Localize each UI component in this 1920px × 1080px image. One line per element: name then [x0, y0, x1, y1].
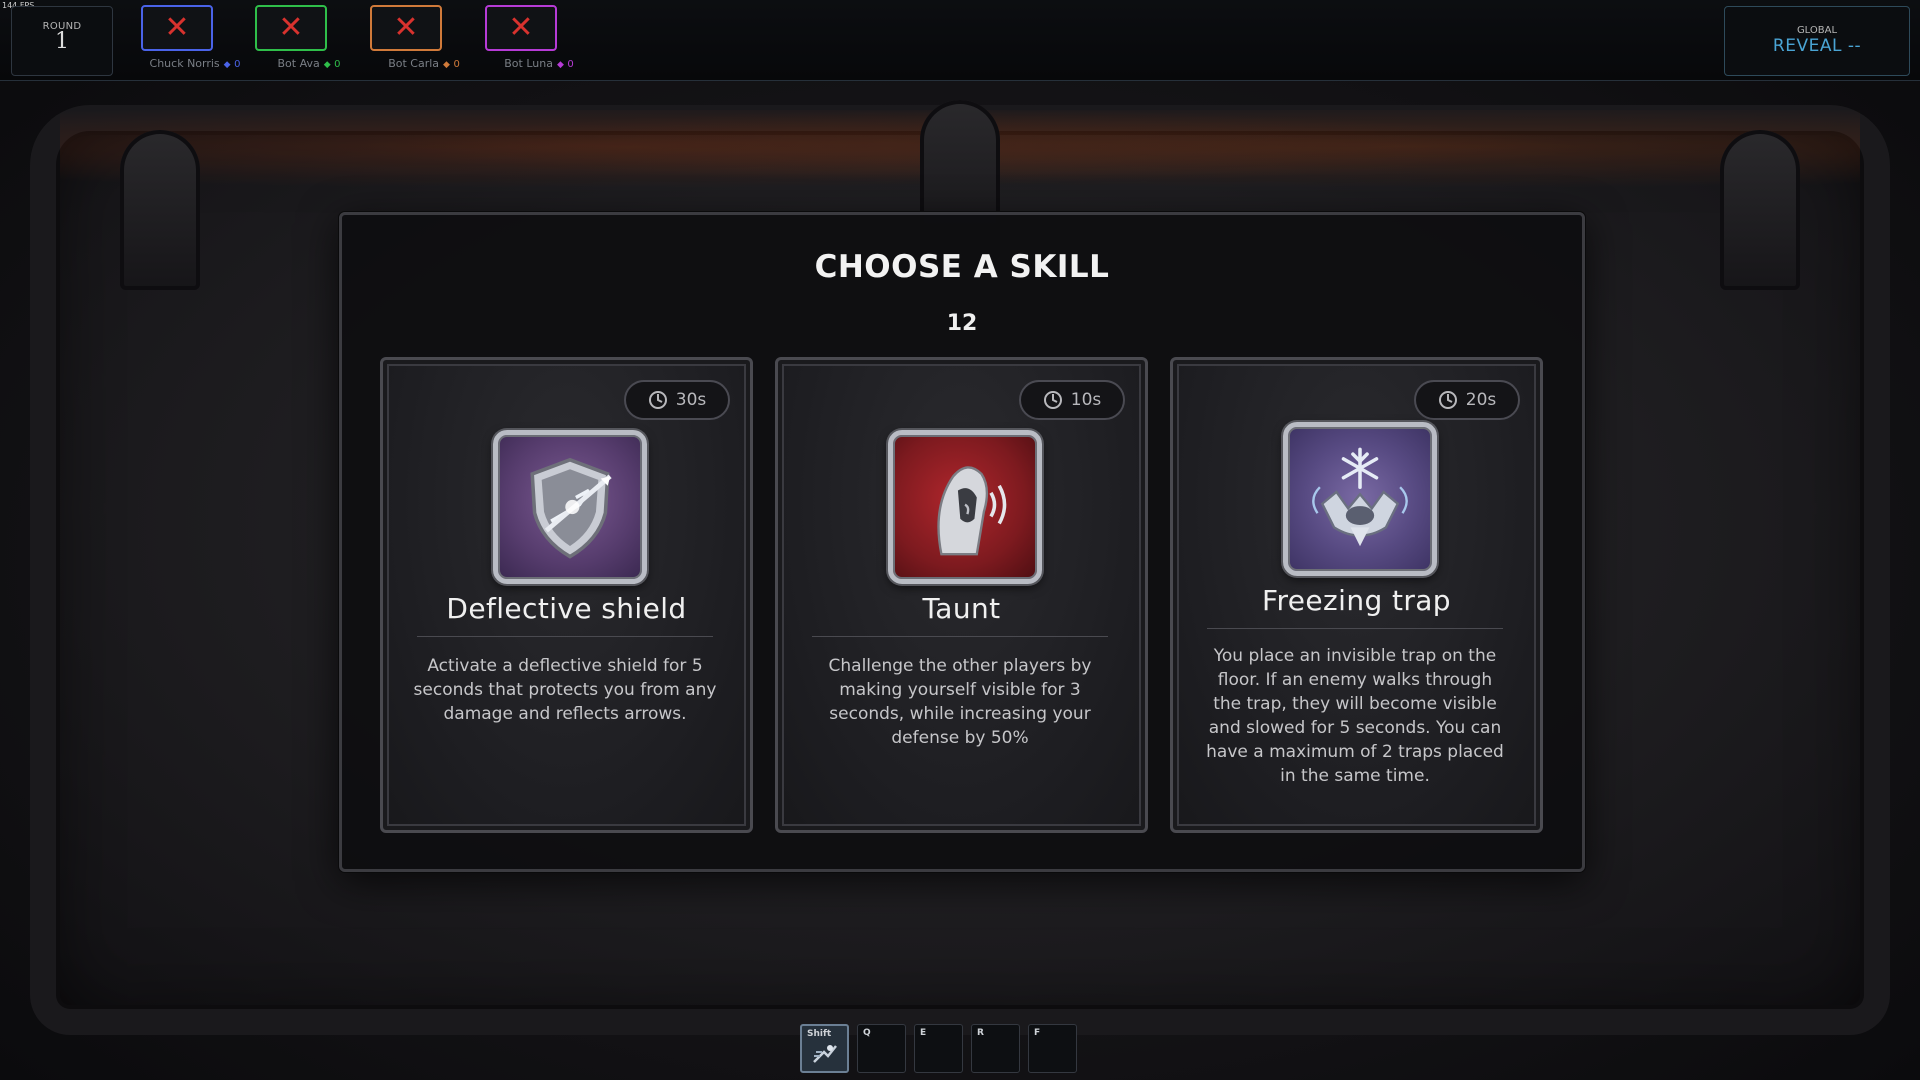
player-info: Bot Luna ◆ 0: [464, 57, 614, 70]
player-score: 0: [334, 59, 341, 70]
global-event-indicator: GLOBAL REVEAL --: [1724, 6, 1910, 76]
close-x-icon: ✕: [508, 10, 534, 45]
ability-hotbar: Shift Q E R F: [800, 1024, 1077, 1074]
skill-name: Taunt: [922, 592, 1001, 625]
hotbar-slot-r[interactable]: R: [971, 1024, 1020, 1073]
player-portrait: ✕: [255, 5, 327, 51]
modal-title: CHOOSE A SKILL: [814, 249, 1110, 285]
clock-icon: [1043, 391, 1062, 409]
player-slot: ✕ Bot Luna ◆ 0: [484, 5, 574, 70]
countdown-timer: 12: [946, 311, 978, 336]
player-portrait: ✕: [141, 5, 213, 51]
clock-icon: [1438, 391, 1457, 409]
close-x-icon: ✕: [393, 10, 419, 45]
cooldown-badge: 30s: [624, 380, 730, 420]
hooded-shout-icon: [888, 430, 1042, 584]
hotbar-key-label: Q: [863, 1028, 871, 1038]
shield-arrow-icon: [493, 430, 647, 584]
player-name: Bot Ava: [277, 57, 320, 70]
dash-icon: [813, 1045, 837, 1063]
cooldown-value: 30s: [675, 390, 707, 410]
hotbar-key-label: F: [1034, 1028, 1041, 1038]
global-label: GLOBAL: [1796, 25, 1838, 36]
skill-name: Deflective shield: [446, 592, 687, 625]
cooldown-badge: 10s: [1019, 380, 1125, 420]
skill-description: Challenge the other players by making yo…: [828, 656, 1092, 748]
player-slot: ✕ Bot Ava ◆ 0: [254, 5, 341, 70]
choose-skill-modal: CHOOSE A SKILL 12 30s Deflective shield …: [339, 212, 1585, 872]
round-number: 1: [55, 29, 69, 54]
player-slot: ✕ Chuck Norris ◆ 0: [140, 5, 240, 70]
skill-description: Activate a deflective shield for 5 secon…: [413, 656, 717, 724]
global-value: REVEAL --: [1772, 36, 1862, 56]
card-divider: [417, 636, 713, 637]
hotbar-key-label: R: [977, 1028, 984, 1038]
player-name: Chuck Norris: [149, 57, 220, 70]
close-x-icon: ✕: [278, 10, 304, 45]
skill-description: You place an invisible trap on the floor…: [1206, 646, 1504, 786]
diamond-icon: ◆: [323, 60, 331, 70]
hotbar-slot-shift[interactable]: Shift: [800, 1024, 849, 1073]
hotbar-slot-q[interactable]: Q: [857, 1024, 906, 1073]
diamond-icon: ◆: [223, 60, 231, 70]
snowflake-trap-icon: [1283, 422, 1437, 576]
card-divider: [1207, 628, 1503, 629]
clock-icon: [648, 391, 667, 409]
top-hud: 144 FPS ROUND 1 ✕ Chuck Norris◆ 0 ✕ Bot …: [0, 0, 1920, 81]
cooldown-value: 10s: [1070, 390, 1102, 410]
arena-pillar-left: [120, 130, 200, 290]
player-slot: ✕ Bot Carla ◆ 0: [369, 5, 460, 70]
diamond-icon: ◆: [556, 60, 564, 70]
cooldown-value: 20s: [1465, 390, 1497, 410]
diamond-icon: ◆: [443, 60, 450, 70]
hotbar-key-label: E: [920, 1028, 927, 1038]
card-divider: [812, 636, 1108, 637]
skill-card-taunt[interactable]: 10s Taunt Challenge the other players by…: [775, 357, 1148, 833]
player-name: Bot Carla: [388, 57, 440, 70]
skill-card-deflective-shield[interactable]: 30s Deflective shield Activate a deflect…: [380, 357, 753, 833]
close-x-icon: ✕: [164, 10, 190, 45]
round-indicator: ROUND 1: [11, 6, 113, 76]
player-name: Bot Luna: [504, 57, 553, 70]
hotbar-slot-f[interactable]: F: [1028, 1024, 1077, 1073]
skill-name: Freezing trap: [1262, 584, 1451, 617]
hotbar-slot-e[interactable]: E: [914, 1024, 963, 1073]
arena-pillar-right: [1720, 130, 1800, 290]
skill-card-freezing-trap[interactable]: 20s Freezing trap You place an invisible…: [1170, 357, 1543, 833]
player-score: 0: [567, 59, 574, 70]
player-portrait: ✕: [485, 5, 557, 51]
cooldown-badge: 20s: [1414, 380, 1520, 420]
player-portrait: ✕: [370, 5, 442, 51]
player-score: 0: [453, 59, 460, 70]
